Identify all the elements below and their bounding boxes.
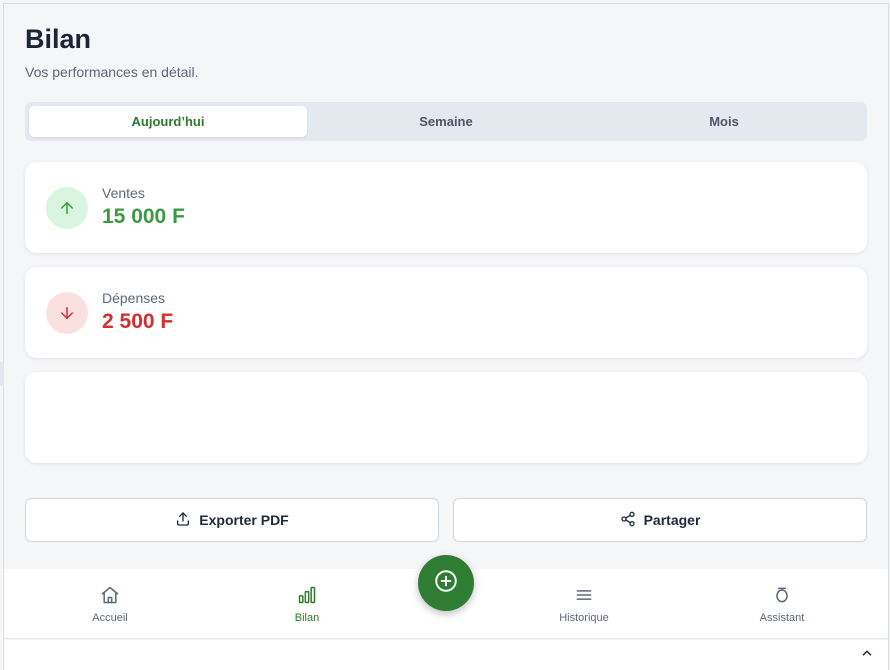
assistant-icon [772,585,792,608]
sales-label: Ventes [102,185,145,201]
expenses-value: 2 500 F [102,310,174,333]
nav-item-bilan[interactable]: Bilan [257,585,357,624]
nav-item-historique[interactable]: Historique [534,585,634,624]
tab-today[interactable]: Aujourd’hui [29,106,307,137]
chevron-up-icon[interactable] [860,646,874,665]
empty-card [25,372,867,463]
page-title: Bilan [25,24,92,54]
sales-value: 15 000 F [102,205,185,228]
nav-label-assistant: Assistant [759,612,805,624]
expenses-card: Dépenses 2 500 F [25,267,867,358]
sales-card: Ventes 15 000 F [25,162,867,253]
expenses-label: Dépenses [102,290,166,306]
nav-item-accueil[interactable]: Accueil [60,585,160,624]
nav-label-bilan: Bilan [294,612,320,624]
page-subtitle: Vos performances en détail. [25,64,199,80]
nav-label-historique: Historique [559,612,609,624]
share-label: Partager [643,512,701,528]
period-selector: Aujourd’hui Semaine Mois [25,102,867,141]
tab-week[interactable]: Semaine [307,106,585,137]
export-pdf-button[interactable]: Exporter PDF [25,498,439,542]
plus-circle-icon [433,568,459,599]
share-icon [620,511,636,530]
footer-bar [4,640,888,670]
add-transaction-button[interactable] [418,555,474,611]
arrow-up-icon [46,187,88,229]
bar-chart-icon [297,585,317,608]
edge-handle [0,362,4,386]
nav-item-assistant[interactable]: Assistant [732,585,832,624]
upload-icon [175,511,191,530]
home-icon [100,585,120,608]
arrow-down-icon [46,292,88,334]
share-button[interactable]: Partager [453,498,867,542]
nav-label-accueil: Accueil [92,612,128,624]
list-icon [574,585,594,608]
export-pdf-label: Exporter PDF [199,512,289,528]
tab-month[interactable]: Mois [585,106,863,137]
